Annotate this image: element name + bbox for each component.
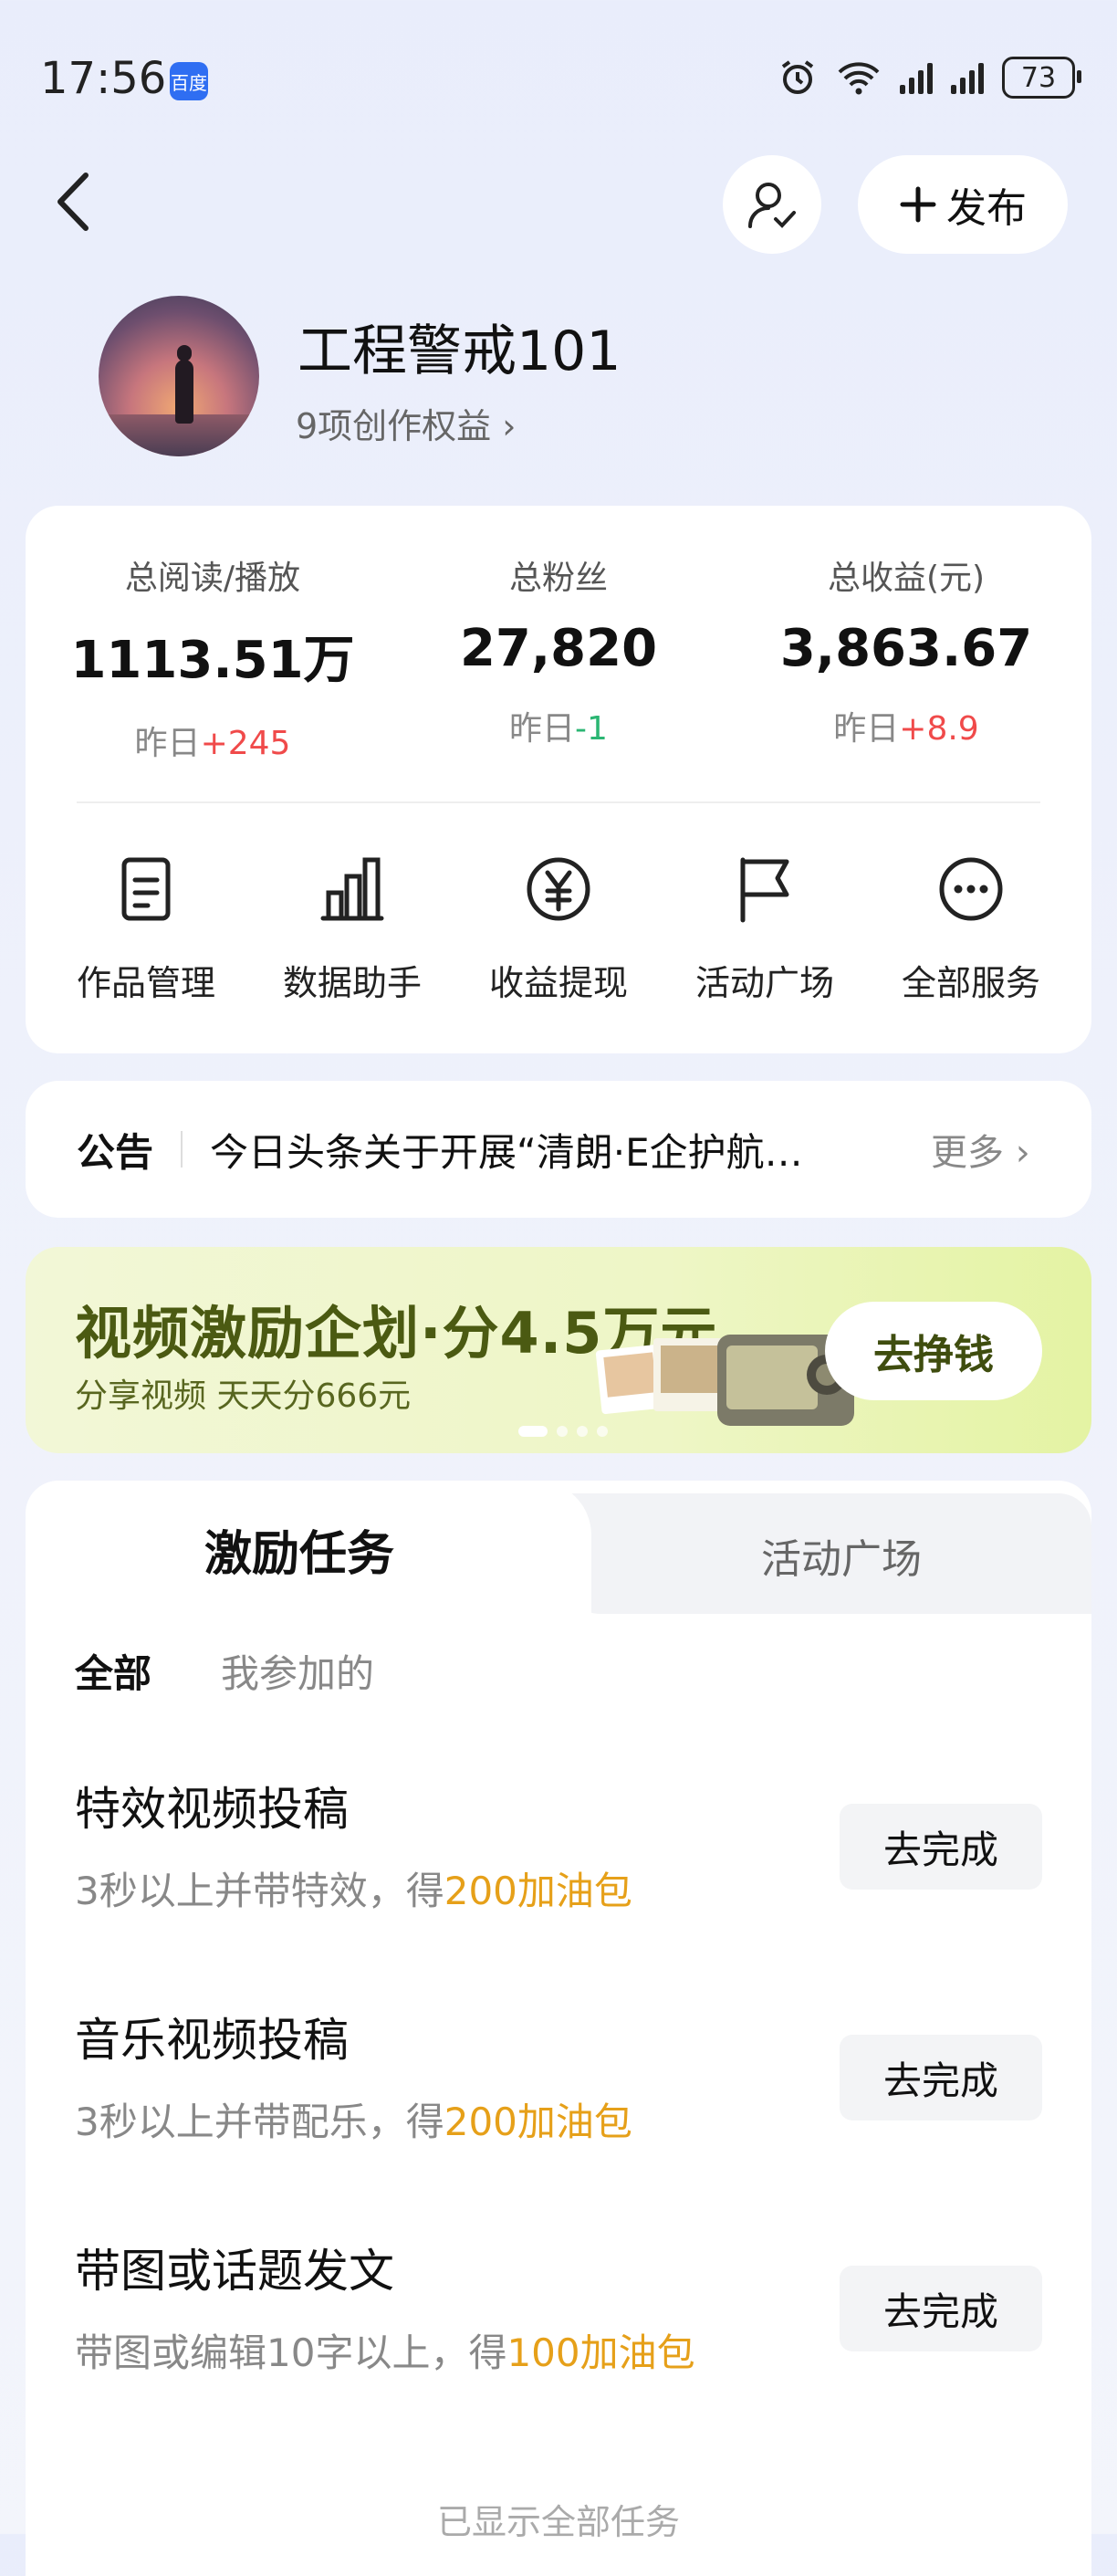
stat-total-earnings[interactable]: 总收益(元) 3,863.67 昨日+8.9	[756, 551, 1057, 749]
alarm-icon	[781, 60, 814, 94]
task-item: 带图或话题发文 带图或编辑10字以上，得100加油包 去完成	[75, 2235, 1042, 2378]
baidu-app-icon: 百度	[170, 62, 208, 100]
stat-delta-prefix: 昨日	[134, 725, 201, 762]
battery-indicator: 73	[1002, 57, 1081, 99]
stat-delta: -1	[575, 710, 608, 748]
stat-label: 总粉丝	[508, 560, 608, 597]
stat-delta: +245	[200, 725, 291, 762]
service-label: 数据助手	[282, 963, 422, 1003]
stat-delta: +8.9	[899, 710, 979, 748]
task-item: 特效视频投稿 3秒以上并带特效，得200加油包 去完成	[75, 1773, 1042, 1916]
tab-activity-square[interactable]: 活动广场	[591, 1526, 1091, 1585]
camera-photos-illustration	[595, 1335, 854, 1426]
tab-incentive-tasks[interactable]: 激励任务	[26, 1515, 573, 1584]
yen-icon	[527, 857, 590, 921]
username: 工程警戒101	[298, 319, 621, 383]
tasks-panel: 激励任务 活动广场 全部 我参加的 特效视频投稿 3秒以上并带特效，得200加油…	[26, 1481, 1091, 2576]
service-label: 作品管理	[76, 963, 215, 1003]
document-icon	[121, 857, 171, 921]
status-time: 17:56	[40, 53, 167, 104]
announcement-tag: 公告	[77, 1129, 154, 1175]
plus-icon	[900, 186, 936, 223]
task-item: 音乐视频投稿 3秒以上并带配乐，得200加油包 去完成	[75, 2004, 1042, 2147]
task-complete-button[interactable]: 去完成	[840, 2266, 1042, 2351]
stat-delta-prefix: 昨日	[833, 710, 900, 748]
banner-subtitle: 分享视频 天天分666元	[75, 1377, 412, 1415]
stat-label: 总收益(元)	[827, 560, 986, 597]
service-all-services[interactable]: 全部服务	[880, 853, 1062, 1005]
more-icon	[939, 857, 1003, 921]
task-desc: 3秒以上并带特效，得	[75, 1869, 444, 1913]
service-label: 收益提现	[488, 963, 628, 1003]
task-reward: 100加油包	[506, 2330, 695, 2375]
user-check-icon	[748, 183, 796, 228]
task-reward: 200加油包	[444, 2100, 632, 2144]
stat-label: 总阅读/播放	[124, 560, 301, 597]
stat-value: 1113.51万	[70, 631, 355, 690]
task-desc: 3秒以上并带配乐，得	[75, 2100, 444, 2144]
all-tasks-shown-text: 已显示全部任务	[436, 2502, 680, 2542]
publish-button[interactable]: 发布	[858, 155, 1068, 254]
service-data-assistant[interactable]: 数据助手	[261, 853, 444, 1005]
filter-all[interactable]: 全部	[75, 1643, 151, 1699]
stat-delta-prefix: 昨日	[509, 710, 576, 748]
service-label: 活动广场	[694, 963, 834, 1003]
creator-benefits-link[interactable]: 9项创作权益 ›	[296, 398, 516, 448]
signal-icon-1	[900, 61, 933, 94]
stat-value: 3,863.67	[779, 619, 1033, 678]
task-reward: 200加油包	[444, 1869, 632, 1913]
avatar[interactable]	[99, 296, 259, 456]
back-arrow-icon[interactable]	[47, 170, 102, 234]
divider	[77, 801, 1040, 803]
service-withdraw[interactable]: 收益提现	[467, 853, 650, 1005]
divider	[181, 1131, 183, 1168]
signal-icon-2	[951, 61, 984, 94]
stat-total-reads[interactable]: 总阅读/播放 1113.51万 昨日+245	[62, 551, 363, 764]
announcement-text[interactable]: 今日头条关于开展“清朗·E企护航…	[210, 1122, 885, 1178]
carousel-indicator	[518, 1426, 608, 1437]
earn-money-button[interactable]: 去挣钱	[825, 1302, 1042, 1400]
stats-card: 总阅读/播放 1113.51万 昨日+245 总粉丝 27,820 昨日-1 总…	[26, 506, 1091, 1053]
bar-chart-icon	[320, 857, 384, 921]
task-complete-button[interactable]: 去完成	[840, 1804, 1042, 1890]
announcement-bar[interactable]: 公告 今日头条关于开展“清朗·E企护航… 更多 ›	[26, 1081, 1091, 1218]
wifi-icon	[838, 62, 880, 95]
status-icons: 73	[778, 57, 1081, 99]
stat-total-fans[interactable]: 总粉丝 27,820 昨日-1	[408, 551, 709, 749]
promo-banner[interactable]: 视频激励企划·分4.5万元 分享视频 天天分666元 去挣钱	[26, 1247, 1091, 1453]
service-label: 全部服务	[901, 963, 1040, 1003]
flag-icon	[740, 857, 789, 923]
service-activity-square[interactable]: 活动广场	[673, 853, 856, 1005]
publish-label: 发布	[946, 185, 1027, 232]
filter-joined[interactable]: 我参加的	[221, 1643, 374, 1699]
announcement-more-link[interactable]: 更多 ›	[931, 1123, 1030, 1176]
task-complete-button[interactable]: 去完成	[840, 2035, 1042, 2120]
task-desc: 带图或编辑10字以上，得	[75, 2330, 507, 2375]
service-works-management[interactable]: 作品管理	[55, 853, 237, 1005]
account-switch-button[interactable]	[723, 155, 821, 254]
stat-value: 27,820	[459, 619, 658, 678]
